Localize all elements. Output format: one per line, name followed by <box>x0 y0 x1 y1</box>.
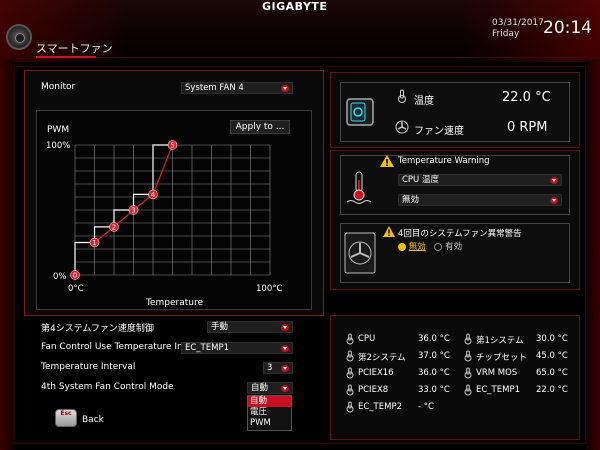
sensor-name: PCIEX16 <box>358 368 394 378</box>
fan-fail-title: 4回目のシステムファン異常警告 <box>398 229 522 239</box>
interval-value: 3 <box>267 363 273 373</box>
chevron-down-icon <box>550 177 558 184</box>
sensor-value: 22.0 °C <box>536 385 568 395</box>
sensor-name: EC_TEMP1 <box>476 385 520 395</box>
temp-input-select[interactable]: EC_TEMP1 <box>181 342 293 354</box>
sensor-name: チップセット <box>476 353 528 363</box>
warning-value-select[interactable]: 無効 <box>398 194 562 206</box>
y-tick-top: 100% <box>46 141 71 151</box>
fan-case-icon <box>344 232 376 274</box>
mode-value: 自動 <box>251 383 269 393</box>
sensor-name: EC_TEMP2 <box>358 402 402 412</box>
sensor-value: 33.0 °C <box>418 385 450 395</box>
interval-label: Temperature Interval <box>41 362 136 372</box>
chevron-down-icon <box>550 197 558 204</box>
warning-icon <box>383 226 395 237</box>
fan-speed-label: ファン速度 <box>414 126 464 137</box>
thermometer-icon <box>463 367 473 382</box>
temp-label: 温度 <box>414 96 434 107</box>
x-tick-left: 0°C <box>68 284 84 294</box>
esc-key-label: Esc <box>60 410 72 417</box>
mode-option-voltage[interactable]: 電圧 <box>248 407 291 418</box>
sensor-name: PCIEX8 <box>358 385 389 395</box>
radio-on[interactable] <box>434 242 443 251</box>
radio-off-label[interactable]: 無効 <box>409 242 426 252</box>
sensor-value: 36.0 °C <box>418 334 450 344</box>
back-button[interactable]: Esc Back <box>55 409 175 431</box>
x-axis-label: Temperature <box>146 298 204 308</box>
sensor-value: - °C <box>418 402 434 412</box>
temp-input-label: Fan Control Use Temperature Input <box>41 342 181 352</box>
warning-source-value: CPU 温度 <box>402 175 439 185</box>
fan-speed-value: 0 RPM <box>507 120 548 135</box>
fan-fail-radio-group: 無効 有効 <box>398 240 462 252</box>
chevron-down-icon <box>281 345 289 352</box>
sensor-name: 第1システム <box>476 336 524 346</box>
back-label: Back <box>82 415 104 425</box>
sensor-value: 45.0 °C <box>536 351 568 361</box>
curve-point-label: 4 <box>151 191 156 199</box>
radio-off-selected[interactable] <box>398 242 406 251</box>
mode-label: 4th System Fan Control Mode <box>41 382 174 392</box>
thermometer-icon <box>463 384 473 399</box>
curve-point-label: 2 <box>112 223 116 231</box>
fan-icon <box>395 120 409 134</box>
chevron-down-icon <box>281 324 289 331</box>
thermometer-icon <box>398 89 406 103</box>
thermometer-icon <box>345 401 355 416</box>
warning-source-select[interactable]: CPU 温度 <box>398 174 562 186</box>
sensor-value: 30.0 °C <box>536 334 568 344</box>
warning-value-text: 無効 <box>402 195 420 205</box>
chevron-down-icon <box>281 385 289 392</box>
warning-icon <box>380 155 394 167</box>
sensor-name: VRM MOS <box>476 368 518 378</box>
warning-title: Temperature Warning <box>398 156 490 166</box>
thermometer-icon <box>345 350 355 365</box>
curve-point-label: 0 <box>73 272 77 280</box>
mode-select[interactable]: 自動 <box>247 382 293 394</box>
radio-on-label[interactable]: 有効 <box>445 242 462 252</box>
sensor-value: 36.0 °C <box>418 368 450 378</box>
thermometer-icon <box>463 333 473 348</box>
thermometer-icon <box>345 367 355 382</box>
speed-control-label: 第4システムファン速度制御 <box>41 324 154 334</box>
thermometer-icon <box>345 333 355 348</box>
sensor-value: 65.0 °C <box>536 368 568 378</box>
mode-option-pwm[interactable]: PWM <box>248 418 291 429</box>
interval-select[interactable]: 3 <box>263 362 293 374</box>
sensor-name: 第2システム <box>358 353 406 363</box>
curve-point-label: 3 <box>131 207 135 215</box>
y-tick-bottom: 0% <box>53 272 67 282</box>
sensor-value: 37.0 °C <box>418 351 450 361</box>
temp-input-value: EC_TEMP1 <box>185 343 229 353</box>
thermometer-icon <box>463 350 473 365</box>
heat-thermometer-icon <box>346 171 372 204</box>
esc-key-icon: Esc <box>55 409 77 427</box>
mode-dropdown-list: 自動 電圧 PWM <box>247 395 292 431</box>
speed-control-value: 手動 <box>211 322 229 332</box>
sensor-name: CPU <box>358 334 376 344</box>
thermometer-icon <box>345 384 355 399</box>
speed-control-select[interactable]: 手動 <box>207 321 293 333</box>
x-tick-right: 100°C <box>256 284 283 294</box>
temp-value: 22.0 °C <box>502 90 551 105</box>
curve-point-label: 1 <box>92 239 96 247</box>
chevron-down-icon <box>281 365 289 372</box>
pc-case-icon <box>346 98 374 126</box>
curve-point-label: 5 <box>170 142 174 150</box>
mode-option-auto[interactable]: 自動 <box>248 396 291 407</box>
